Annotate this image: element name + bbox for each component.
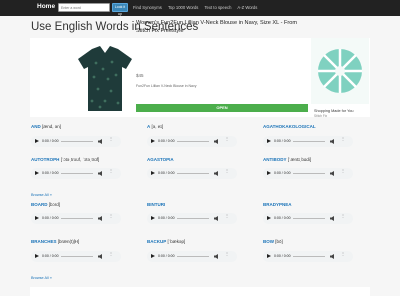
more-icon[interactable]: ⋮	[341, 169, 345, 177]
seek-bar[interactable]	[61, 256, 93, 257]
ad-open-button[interactable]: OPEN	[136, 104, 308, 112]
word-entry[interactable]: BINTURI	[147, 202, 165, 207]
play-icon[interactable]	[267, 254, 271, 258]
play-icon[interactable]	[151, 171, 155, 175]
play-icon[interactable]	[151, 254, 155, 258]
word-entry[interactable]: BOW [bō]	[263, 239, 283, 244]
word-entry[interactable]: AND [ænd, ən]	[31, 124, 61, 129]
seek-bar[interactable]	[177, 173, 209, 174]
play-icon[interactable]	[35, 216, 39, 220]
play-icon[interactable]	[267, 171, 271, 175]
seek-bar[interactable]	[177, 218, 209, 219]
word-entry[interactable]: BRADYPNEA	[263, 202, 292, 207]
more-icon[interactable]: ⋮	[109, 137, 113, 145]
volume-icon[interactable]	[98, 216, 102, 221]
nav-link-synonyms[interactable]: Find Synonyms	[133, 5, 162, 10]
audio-player[interactable]: 0:00 / 0:00 ⋮	[263, 136, 353, 147]
word-entry[interactable]: AGATHOKAKOLOGICAL	[263, 124, 316, 129]
word-entry[interactable]: AUTOTROPH [ˈɔtəˌtroʊf, ˈɔtəˌtrɑf]	[31, 157, 99, 162]
top-navbar: Home Look it up Find Synonyms Top 1000 W…	[0, 0, 400, 16]
ad-price: $45	[136, 73, 144, 78]
volume-icon[interactable]	[98, 139, 102, 144]
more-icon[interactable]: ⋮	[225, 169, 229, 177]
play-icon[interactable]	[151, 216, 155, 220]
nav-link-text-to-speech[interactable]: Text to speech	[204, 5, 231, 10]
word-entry[interactable]: BOARD [bɔrd]	[31, 202, 60, 207]
volume-icon[interactable]	[214, 254, 218, 259]
volume-icon[interactable]	[214, 216, 218, 221]
home-link[interactable]: Home	[37, 3, 55, 10]
word-entry[interactable]: AGASTOPIA	[147, 157, 174, 162]
seek-bar[interactable]	[293, 141, 325, 142]
volume-icon[interactable]	[330, 254, 334, 259]
seek-bar[interactable]	[293, 218, 325, 219]
audio-player[interactable]: 0:00 / 0:00 ⋮	[31, 251, 121, 262]
nav-link-az-words[interactable]: A-Z Words	[237, 5, 257, 10]
audio-player[interactable]: 0:00 / 0:00 ⋮	[31, 213, 121, 224]
volume-icon[interactable]	[98, 254, 102, 259]
side-ad[interactable]: Shopping Made for You Stitch Fix	[311, 38, 369, 118]
seek-bar[interactable]	[61, 141, 93, 142]
volume-icon[interactable]	[98, 171, 102, 176]
play-icon[interactable]	[267, 139, 271, 143]
search-input[interactable]	[58, 3, 110, 12]
audio-player[interactable]: 0:00 / 0:00 ⋮	[263, 213, 353, 224]
browse-all-link[interactable]: Browse All »	[31, 276, 52, 280]
volume-icon[interactable]	[330, 216, 334, 221]
more-icon[interactable]: ⋮	[109, 169, 113, 177]
audio-player[interactable]: 0:00 / 0:00 ⋮	[147, 213, 237, 224]
audio-player[interactable]: 0:00 / 0:00 ⋮	[31, 168, 121, 179]
more-icon[interactable]: ⋮	[109, 252, 113, 260]
seek-bar[interactable]	[177, 141, 209, 142]
audio-player[interactable]: 0:00 / 0:00 ⋮	[147, 251, 237, 262]
more-icon[interactable]: ⋮	[225, 214, 229, 222]
more-icon[interactable]: ⋮	[341, 137, 345, 145]
blouse-image	[78, 46, 132, 111]
play-icon[interactable]	[267, 216, 271, 220]
lookup-button[interactable]: Look it up	[112, 3, 128, 16]
side-ad-title: Shopping Made for You	[314, 109, 354, 113]
volume-icon[interactable]	[330, 171, 334, 176]
word-entry[interactable]: ANTIBODY [ˈæntɪˌbɑdi]	[263, 157, 311, 162]
more-icon[interactable]: ⋮	[341, 214, 345, 222]
word-entry[interactable]: BRANCHES [bræn(t)ʃH]	[31, 239, 79, 244]
seek-bar[interactable]	[61, 173, 93, 174]
more-icon[interactable]: ⋮	[341, 252, 345, 260]
play-icon[interactable]	[35, 139, 39, 143]
word-entry[interactable]: BACKUP [ˈbækəp]	[147, 239, 185, 244]
side-ad-sub: Stitch Fix	[314, 114, 328, 118]
seek-bar[interactable]	[293, 256, 325, 257]
more-icon[interactable]: ⋮	[225, 137, 229, 145]
audio-player[interactable]: 0:00 / 0:00 ⋮	[147, 168, 237, 179]
play-icon[interactable]	[35, 171, 39, 175]
audio-player[interactable]: 0:00 / 0:00 ⋮	[31, 136, 121, 147]
seek-bar[interactable]	[61, 218, 93, 219]
volume-icon[interactable]	[214, 171, 218, 176]
nav-links: Find Synonyms Top 1000 Words Text to spe…	[133, 5, 262, 10]
more-icon[interactable]: ⋮	[225, 252, 229, 260]
ad-subtitle: Fun2Fun Lillian V-Neck Blouse in Navy	[136, 84, 197, 88]
word-entry[interactable]: A [ə, eɪ]	[147, 124, 163, 129]
audio-player[interactable]: 0:00 / 0:00 ⋮	[263, 168, 353, 179]
more-icon[interactable]: ⋮	[109, 214, 113, 222]
bottom-ad-banner[interactable]	[30, 287, 370, 296]
ad-title[interactable]: Women's Fun2Fun Lillian V-Neck Blouse in…	[136, 20, 301, 35]
nav-link-top-words[interactable]: Top 1000 Words	[168, 5, 198, 10]
volume-icon[interactable]	[330, 139, 334, 144]
play-icon[interactable]	[151, 139, 155, 143]
volume-icon[interactable]	[214, 139, 218, 144]
audio-player[interactable]: 0:00 / 0:00 ⋮	[147, 136, 237, 147]
browse-all-link[interactable]: Browse All »	[31, 193, 52, 197]
seek-bar[interactable]	[177, 256, 209, 257]
pattern-logo	[311, 38, 369, 104]
seek-bar[interactable]	[293, 173, 325, 174]
play-icon[interactable]	[35, 254, 39, 258]
audio-player[interactable]: 0:00 / 0:00 ⋮	[263, 251, 353, 262]
